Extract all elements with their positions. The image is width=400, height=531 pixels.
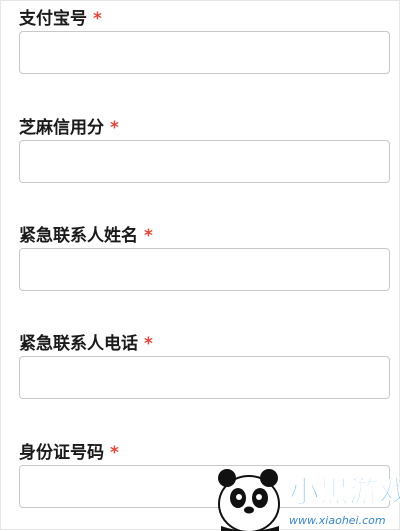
field-alipay-account: 支付宝号 * xyxy=(19,7,390,74)
required-asterisk: * xyxy=(144,226,153,246)
field-label: 紧急联系人姓名 * xyxy=(19,226,153,246)
watermark-url: www.xiaohei.com xyxy=(289,514,386,527)
field-label: 紧急联系人电话 * xyxy=(19,334,153,354)
sesame-credit-score-input[interactable] xyxy=(19,140,390,183)
required-asterisk: * xyxy=(93,9,102,29)
emergency-contact-phone-input[interactable] xyxy=(19,356,390,399)
required-asterisk: * xyxy=(144,334,153,354)
field-label: 芝麻信用分 * xyxy=(19,118,119,138)
panda-icon xyxy=(218,469,280,531)
field-label: 支付宝号 * xyxy=(19,9,102,29)
field-emergency-contact-phone: 紧急联系人电话 * xyxy=(19,332,390,399)
emergency-contact-name-input[interactable] xyxy=(19,248,390,291)
required-asterisk: * xyxy=(110,118,119,138)
field-sesame-credit-score: 芝麻信用分 * xyxy=(19,116,390,183)
watermark-brand-text: 小黑游戏 xyxy=(289,475,400,510)
alipay-account-input[interactable] xyxy=(19,31,390,74)
field-emergency-contact-name: 紧急联系人姓名 * xyxy=(19,224,390,291)
required-asterisk: * xyxy=(110,443,119,463)
